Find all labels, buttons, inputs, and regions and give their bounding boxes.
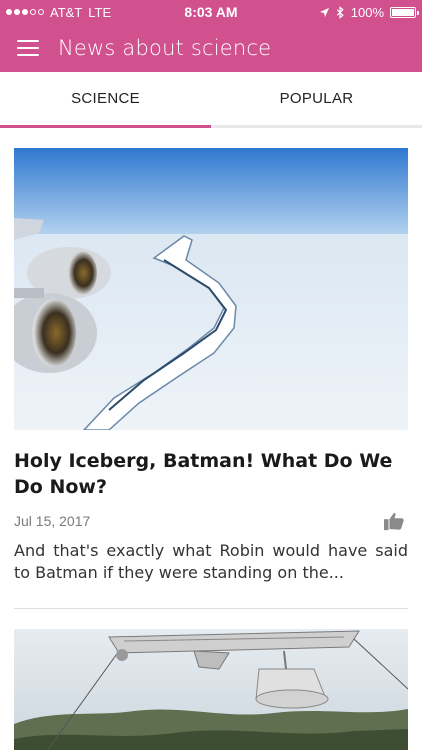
location-arrow-icon [319, 7, 329, 17]
hamburger-menu-icon[interactable] [0, 24, 56, 72]
article-feed[interactable]: Holy Iceberg, Batman! What Do We Do Now?… [0, 128, 422, 750]
iceberg-image [14, 148, 408, 430]
tab-popular[interactable]: POPULAR [211, 72, 422, 125]
article-card[interactable] [0, 609, 422, 750]
article-date: Jul 15, 2017 [14, 513, 91, 529]
network-label: LTE [88, 4, 112, 20]
article-image-telescope[interactable] [14, 629, 408, 750]
app-title: News about science [58, 36, 272, 60]
status-right: 100% [319, 4, 419, 20]
app-bar: News about science [0, 24, 422, 72]
article-meta: Jul 15, 2017 [14, 508, 408, 534]
battery-percent: 100% [350, 4, 384, 20]
telescope-image [14, 629, 408, 750]
article-excerpt: And that's exactly what Robin would have… [14, 541, 408, 582]
status-left: AT&T LTE [6, 5, 319, 20]
status-bar: AT&T LTE 8:03 AM 100% [0, 0, 422, 24]
carrier-label: AT&T [50, 4, 83, 20]
battery-icon [390, 6, 419, 18]
article-card[interactable]: Holy Iceberg, Batman! What Do We Do Now?… [0, 128, 422, 609]
article-title[interactable]: Holy Iceberg, Batman! What Do We Do Now? [14, 448, 408, 500]
bluetooth-icon [336, 5, 344, 19]
tab-science[interactable]: SCIENCE [0, 72, 211, 128]
article-image-iceberg[interactable] [14, 148, 408, 430]
thumbs-up-icon[interactable] [380, 508, 408, 534]
tab-bar: SCIENCE POPULAR [0, 72, 422, 128]
signal-dots-icon [6, 9, 44, 15]
battery-level-fill [392, 8, 414, 16]
